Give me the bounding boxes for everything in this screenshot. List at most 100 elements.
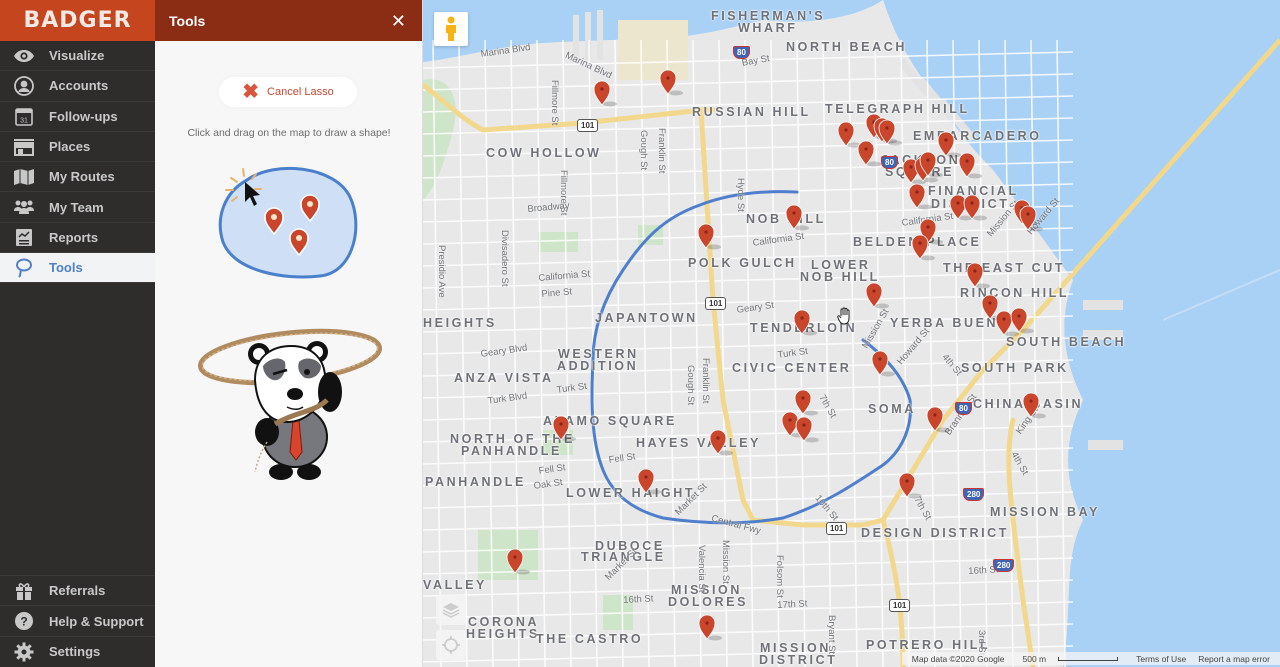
- neighborhood-label: HEIGHTS: [466, 627, 540, 641]
- neighborhood-label: CIVIC CENTER: [732, 361, 852, 375]
- sidebar-item-label: My Team: [49, 199, 104, 215]
- street-label: Valencia St: [696, 545, 707, 593]
- brand-logo[interactable]: BADGER: [0, 0, 155, 41]
- sidebar-item-label: Help & Support: [49, 613, 144, 629]
- sidebar-item-my-routes[interactable]: My Routes: [0, 162, 155, 193]
- neighborhood-label: WHARF: [738, 21, 798, 35]
- storefront-icon: [12, 137, 36, 157]
- street-label: Hyde St: [735, 178, 746, 212]
- map-pin-icon[interactable]: [898, 472, 922, 499]
- sidebar-item-label: Accounts: [49, 78, 109, 94]
- sidebar-item-places[interactable]: Places: [0, 132, 155, 163]
- map-pin-icon[interactable]: [926, 406, 950, 433]
- map-pin-icon[interactable]: [1019, 205, 1043, 232]
- neighborhood-label: TELEGRAPH HILL: [825, 102, 970, 116]
- map-pin-icon[interactable]: [785, 204, 809, 231]
- sidebar-item-accounts[interactable]: Accounts: [0, 71, 155, 102]
- neighborhood-label: NORTH BEACH: [786, 40, 907, 54]
- map-icon: [12, 167, 36, 187]
- interstate-shield-icon: 280: [993, 559, 1015, 572]
- map-pin-icon[interactable]: [697, 223, 721, 250]
- neighborhood-label: EMBARCADERO: [913, 129, 1042, 143]
- report-map-error-link[interactable]: Report a map error: [1198, 654, 1270, 664]
- map-pin-icon[interactable]: [1022, 392, 1046, 419]
- sidebar-item-tools[interactable]: Tools: [0, 253, 155, 284]
- sidebar-item-label: Referrals: [49, 583, 106, 599]
- neighborhood-label: MISSION BAY: [990, 505, 1101, 519]
- street-label: Bryant St: [826, 615, 837, 655]
- sidebar-item-help-support[interactable]: ? Help & Support: [0, 606, 155, 637]
- sidebar-item-label: Visualize: [49, 48, 105, 64]
- map-pin-icon[interactable]: [871, 350, 895, 377]
- sidebar-item-label: Places: [49, 139, 91, 155]
- calendar-icon: 31: [12, 106, 36, 126]
- street-label: Mission St: [720, 540, 731, 584]
- sidebar-item-settings[interactable]: Settings: [0, 637, 155, 667]
- sidebar-item-referrals[interactable]: Referrals: [0, 576, 155, 607]
- map-pin-icon[interactable]: [837, 121, 861, 148]
- map-pin-icon[interactable]: [698, 614, 722, 641]
- map-attribution: Map data ©2020 Google 500 m Terms of Use…: [901, 652, 1280, 665]
- svg-text:?: ?: [20, 615, 27, 629]
- close-icon[interactable]: ✕: [391, 12, 406, 30]
- map-pin-icon[interactable]: [793, 309, 817, 336]
- map-pin-icon[interactable]: [659, 69, 683, 96]
- map-pin-icon[interactable]: [857, 140, 881, 167]
- map-pin-icon[interactable]: [1010, 307, 1034, 334]
- sidebar-item-my-team[interactable]: My Team: [0, 192, 155, 223]
- my-location-button[interactable]: [436, 630, 466, 660]
- street-view-pegman-icon[interactable]: [434, 12, 468, 46]
- interstate-shield-icon: 80: [881, 156, 898, 169]
- street-label: 16th St: [623, 593, 654, 606]
- street-label: Fillmore St: [549, 80, 560, 126]
- street-label: Gough St: [685, 365, 696, 406]
- layers-button[interactable]: [436, 595, 466, 625]
- map-canvas[interactable]: FISHERMAN'S WHARF NORTH BEACH RUSSIAN HILL T…: [423, 0, 1280, 667]
- hand-cursor-icon: [837, 307, 853, 330]
- lasso-instruction: Click and drag on the map to draw a shap…: [187, 127, 391, 139]
- sidebar-item-follow-ups[interactable]: 31 Follow-ups: [0, 102, 155, 132]
- street-label: Franklin St: [656, 128, 667, 174]
- map-pin-icon[interactable]: [958, 152, 982, 179]
- street-label: Folsom St: [774, 555, 785, 598]
- team-icon: [12, 197, 36, 217]
- map-pin-icon[interactable]: [865, 282, 889, 309]
- neighborhood-label: DOLORES: [668, 595, 749, 609]
- panel-header: Tools ✕: [155, 0, 422, 41]
- neighborhood-label: ADDITION: [557, 359, 639, 373]
- neighborhood-label: SOMA: [868, 402, 916, 416]
- neighborhood-label: THE CASTRO: [536, 632, 644, 646]
- cancel-lasso-label: Cancel Lasso: [267, 86, 334, 98]
- map-pin-icon[interactable]: [506, 548, 530, 575]
- sidebar: BADGER Visualize Accounts 31 Follow-ups …: [0, 0, 155, 667]
- tools-panel: Tools ✕ ✖ Cancel Lasso Click and drag on…: [155, 0, 423, 667]
- sidebar-item-label: Reports: [49, 229, 99, 245]
- report-chart-icon: [12, 227, 36, 247]
- terms-of-use-link[interactable]: Terms of Use: [1136, 654, 1186, 664]
- map-pin-icon[interactable]: [795, 416, 819, 443]
- neighborhood-label: PANHANDLE: [425, 475, 526, 489]
- us-highway-shield-icon: 101: [705, 297, 727, 310]
- lasso-icon: [12, 258, 36, 278]
- map-pin-icon[interactable]: [637, 468, 661, 495]
- sidebar-item-label: Follow-ups: [49, 108, 118, 124]
- neighborhood-label: COW HOLLOW: [486, 146, 602, 160]
- map-pin-icon[interactable]: [919, 151, 943, 178]
- map-data-credit: Map data ©2020 Google: [911, 653, 1005, 664]
- map-pin-icon[interactable]: [593, 80, 617, 107]
- sidebar-item-label: Tools: [49, 260, 83, 276]
- street-label: Presidio Ave: [436, 245, 447, 298]
- neighborhood-label: LOWER HAIGHT: [566, 486, 696, 500]
- map-pin-icon[interactable]: [911, 234, 935, 261]
- map-pin-icon[interactable]: [966, 262, 990, 289]
- map-pin-icon[interactable]: [709, 429, 733, 456]
- map-pin-icon[interactable]: [963, 194, 987, 221]
- map-pin-icon[interactable]: [908, 183, 932, 210]
- map-pin-icon[interactable]: [552, 415, 576, 442]
- sidebar-item-reports[interactable]: Reports: [0, 223, 155, 254]
- interstate-shield-icon: 80: [733, 46, 750, 59]
- cancel-lasso-button[interactable]: ✖ Cancel Lasso: [219, 77, 357, 107]
- sidebar-item-visualize[interactable]: Visualize: [0, 41, 155, 72]
- map-scale[interactable]: 500 m: [1016, 654, 1124, 664]
- brand-name: BADGER: [23, 8, 132, 33]
